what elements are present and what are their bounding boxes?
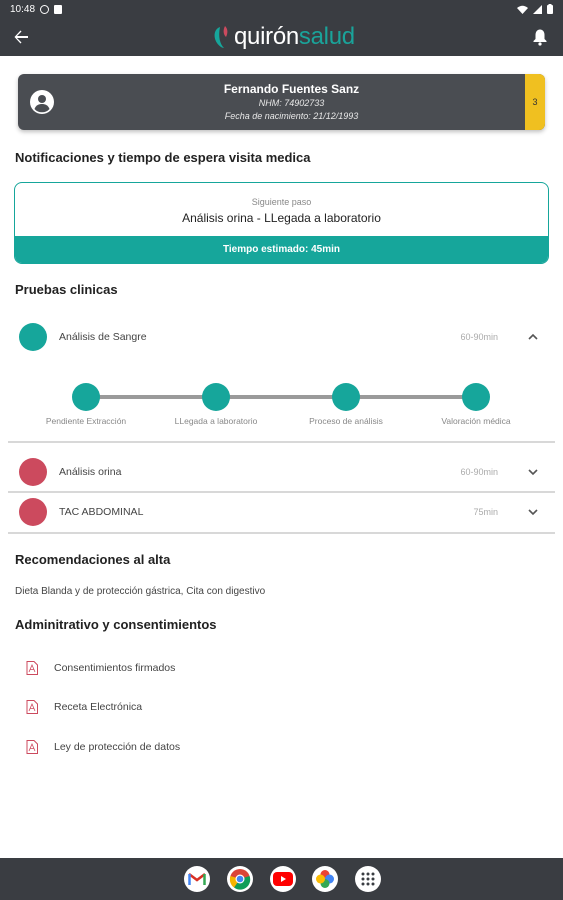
step-dot-1 bbox=[72, 383, 100, 411]
app-bar: quirónsalud bbox=[0, 18, 563, 56]
estimated-time-bar: Tiempo estimado: 45min bbox=[15, 236, 548, 263]
brand-text-quiron: quirón bbox=[234, 23, 299, 50]
chrome-icon[interactable] bbox=[227, 866, 253, 892]
next-step-label: Siguiente paso bbox=[251, 197, 312, 207]
test-time: 60-90min bbox=[460, 332, 498, 342]
test-time: 60-90min bbox=[460, 467, 498, 477]
status-dot bbox=[19, 498, 47, 526]
wifi-icon bbox=[517, 5, 528, 14]
step-label-3: Proceso de análisis bbox=[309, 416, 383, 426]
quironsalud-logo: quirónsalud bbox=[212, 22, 355, 52]
patient-badge[interactable]: 3 bbox=[525, 74, 545, 130]
patient-name: Fernando Fuentes Sanz bbox=[223, 82, 360, 96]
chevron-down-icon[interactable] bbox=[527, 466, 539, 478]
test-name: TAC ABDOMINAL bbox=[59, 506, 144, 518]
gmail-icon[interactable] bbox=[184, 866, 210, 892]
next-step-value: Análisis orina - LLegada a laboratorio bbox=[182, 211, 381, 225]
brand-text-salud: salud bbox=[298, 23, 355, 50]
battery-icon bbox=[547, 4, 553, 14]
photos-icon[interactable] bbox=[312, 866, 338, 892]
step-dot-4 bbox=[462, 383, 490, 411]
doc-label: Ley de protección de datos bbox=[54, 741, 181, 753]
recommendations-title: Recomendaciones al alta bbox=[15, 552, 171, 567]
app-dock bbox=[0, 858, 563, 900]
pdf-icon bbox=[26, 700, 38, 714]
divider bbox=[8, 532, 555, 534]
arrow-back-icon bbox=[14, 30, 28, 44]
chevron-up-icon[interactable] bbox=[527, 331, 539, 343]
bell-icon bbox=[533, 29, 547, 46]
doc-item-consentimientos[interactable]: Consentimientos firmados bbox=[26, 659, 175, 677]
back-button[interactable] bbox=[10, 26, 32, 48]
logo-mark-icon bbox=[214, 26, 228, 48]
recommendations-text: Dieta Blanda y de protección gástrica, C… bbox=[15, 586, 266, 597]
notifications-button[interactable] bbox=[529, 26, 551, 48]
status-sim-icon bbox=[54, 4, 63, 14]
step-dot-2 bbox=[202, 383, 230, 411]
divider bbox=[8, 441, 555, 443]
step-label-2: LLegada a laboratorio bbox=[174, 416, 258, 426]
patient-birthdate: Fecha de nacimiento: 21/12/1993 bbox=[224, 111, 359, 121]
pdf-icon bbox=[26, 661, 38, 675]
step-label-4: Valoración médica bbox=[441, 416, 511, 426]
pdf-icon bbox=[26, 740, 38, 754]
admin-title: Adminitrativo y consentimientos bbox=[15, 617, 217, 632]
status-time: 10:48 bbox=[10, 3, 36, 15]
status-dot bbox=[19, 323, 47, 351]
patient-nhm: NHM: 74902733 bbox=[258, 98, 325, 108]
stepper-line bbox=[86, 395, 476, 399]
test-row-analisis-orina[interactable]: Análisis orina 60-90min bbox=[8, 452, 555, 492]
test-name: Análisis orina bbox=[59, 466, 122, 478]
status-dot bbox=[19, 458, 47, 486]
doc-label: Consentimientos firmados bbox=[54, 662, 176, 674]
test-name: Análisis de Sangre bbox=[59, 331, 147, 343]
status-bar: 10:48 bbox=[0, 0, 563, 18]
youtube-icon[interactable] bbox=[270, 866, 296, 892]
patient-card[interactable]: Fernando Fuentes Sanz NHM: 74902733 Fech… bbox=[18, 74, 545, 130]
account-circle-icon bbox=[30, 90, 54, 114]
step-dot-3 bbox=[332, 383, 360, 411]
doc-item-ley-proteccion[interactable]: Ley de protección de datos bbox=[26, 738, 180, 756]
doc-item-receta[interactable]: Receta Electrónica bbox=[26, 698, 142, 716]
tests-title: Pruebas clinicas bbox=[15, 282, 118, 297]
signal-icon bbox=[533, 4, 542, 14]
test-time: 75min bbox=[473, 507, 498, 517]
test-row-analisis-sangre[interactable]: Análisis de Sangre 60-90min bbox=[8, 317, 555, 357]
chevron-down-icon[interactable] bbox=[527, 506, 539, 518]
apps-icon[interactable] bbox=[355, 866, 381, 892]
notifications-title: Notificaciones y tiempo de espera visita… bbox=[15, 150, 311, 165]
step-label-1: Pendiente Extracción bbox=[45, 416, 127, 426]
test-row-tac-abdominal[interactable]: TAC ABDOMINAL 75min bbox=[8, 492, 555, 532]
doc-label: Receta Electrónica bbox=[54, 701, 143, 713]
status-notification-icon bbox=[40, 4, 50, 14]
next-step-card: Siguiente paso Análisis orina - LLegada … bbox=[14, 182, 549, 264]
